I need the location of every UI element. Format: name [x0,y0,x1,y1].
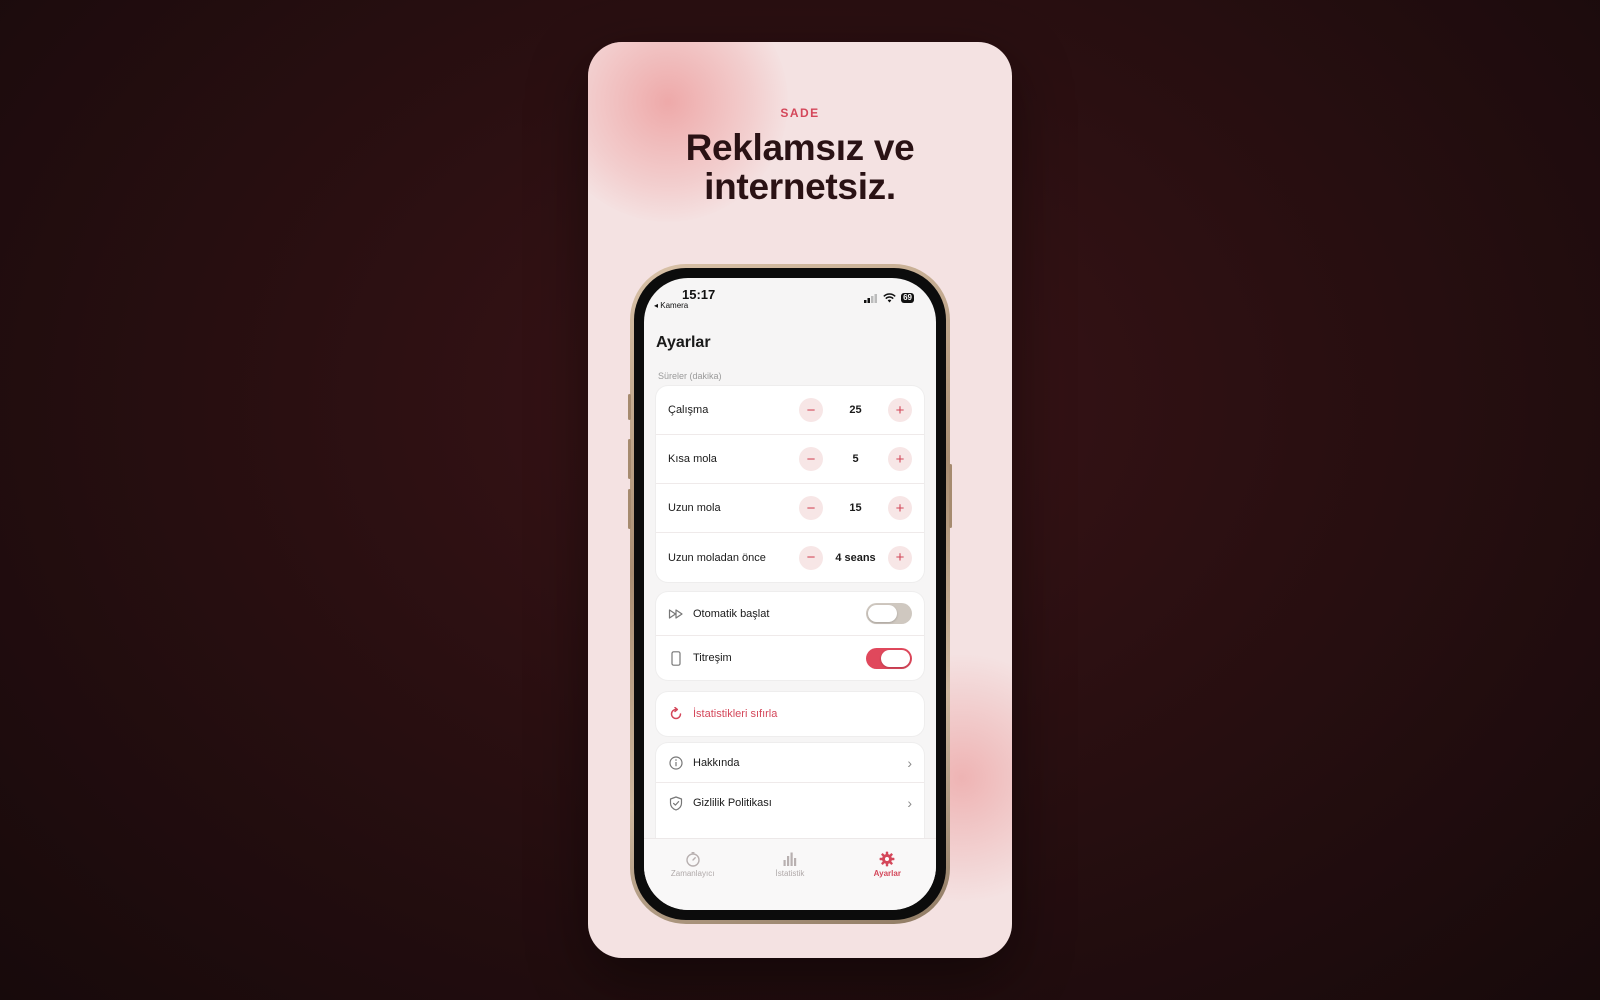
battery-indicator: 69 [901,293,914,303]
page-title: Ayarlar [656,334,711,351]
timer-icon [685,852,700,867]
increment-button[interactable]: + [888,447,912,471]
promo-eyebrow: SADE [780,106,820,120]
duration-value: 25 [849,404,862,416]
increment-button[interactable]: + [888,398,912,422]
duration-row-short-break: Kısa mola − 5 + [656,435,924,484]
fast-forward-icon [668,606,684,622]
duration-row-long-break: Uzun mola − 15 + [656,484,924,533]
tab-bar: Zamanlayıcı İstatistik Ayarlar [644,838,936,910]
phone-side-button [628,489,631,529]
about-label: Hakkında [693,756,740,769]
duration-label: Çalışma [668,404,709,416]
bar-chart-icon [783,852,797,866]
headline-line-2: internetsiz. [704,166,896,207]
decrement-button[interactable]: − [799,545,823,570]
duration-row-sessions: Uzun moladan önce − 4 seans + [656,533,924,582]
phone-side-button [628,439,631,479]
tab-label: Ayarlar [873,869,901,878]
toggle-row-vibration: Titreşim [656,636,924,680]
privacy-row[interactable]: Gizlilik Politikası › [656,783,924,823]
duration-label: Uzun mola [668,502,721,514]
autostart-toggle[interactable] [866,603,912,624]
reset-group: İstatistikleri sıfırla [656,692,924,736]
sessions-stepper: − 4 seans + [799,545,912,570]
promo-headline: Reklamsız ve internetsiz. [588,128,1012,206]
phone-bezel: 15:17 ◂ Kamera 69 Ayarlar Süreler (dakik… [634,268,946,920]
about-row[interactable]: Hakkında › [656,743,924,783]
toggles-group: Otomatik başlat Titreşim [656,592,924,680]
signal-icon [864,293,878,303]
privacy-label: Gizlilik Politikası [693,797,772,809]
tab-statistics[interactable]: İstatistik [750,851,830,910]
toggle-row-autostart: Otomatik başlat [656,592,924,636]
increment-button[interactable]: + [888,496,912,520]
duration-value: 4 seans [835,551,876,564]
tab-timer[interactable]: Zamanlayıcı [653,851,733,910]
vibration-toggle[interactable] [866,647,912,669]
decrement-button[interactable]: − [799,496,823,520]
toggle-label: Titreşim [693,652,732,664]
toggle-label: Otomatik başlat [693,607,770,620]
refresh-icon [668,706,684,722]
duration-label: Kısa mola [668,453,717,465]
reset-stats-label: İstatistikleri sıfırla [693,708,778,720]
tab-label: Zamanlayıcı [670,869,715,878]
phone-screen: 15:17 ◂ Kamera 69 Ayarlar Süreler (dakik… [644,278,936,910]
phone-side-button [949,464,952,528]
duration-label: Uzun moladan önce [668,551,766,564]
phone-mockup: 15:17 ◂ Kamera 69 Ayarlar Süreler (dakik… [628,264,952,924]
shield-check-icon [668,795,684,811]
tab-label: İstatistik [775,869,805,878]
phone-side-button [628,394,631,420]
headline-line-1: Reklamsız ve [685,127,915,168]
status-indicators: 69 [864,293,914,303]
decrement-button[interactable]: − [799,398,823,422]
gear-icon [879,851,895,867]
promo-card: SADE Reklamsız ve internetsiz. 15:17 ◂ K… [588,42,1012,958]
durations-group: Çalışma − 25 + Kısa mola − 5 + Uzun mola… [656,386,924,582]
links-group: Hakkında › Gizlilik Politikası › [656,743,924,843]
duration-row-work: Çalışma − 25 + [656,386,924,435]
wifi-icon [883,293,896,303]
work-stepper: − 25 + [799,398,912,422]
increment-button[interactable]: + [888,545,912,570]
decrement-button[interactable]: − [799,447,823,471]
info-icon [668,755,684,771]
reset-stats-button[interactable]: İstatistikleri sıfırla [656,692,924,736]
status-time: 15:17 [682,287,716,302]
chevron-right-icon: › [907,754,912,771]
tab-settings[interactable]: Ayarlar [847,851,927,910]
section-label-durations: Süreler (dakika) [658,371,722,381]
duration-value: 15 [849,502,862,514]
duration-value: 5 [852,453,859,465]
back-to-camera-link[interactable]: ◂ Kamera [654,301,688,310]
long-break-stepper: − 15 + [799,496,912,520]
chevron-right-icon: › [907,795,912,811]
short-break-stepper: − 5 + [799,447,912,471]
phone-icon [668,650,684,666]
